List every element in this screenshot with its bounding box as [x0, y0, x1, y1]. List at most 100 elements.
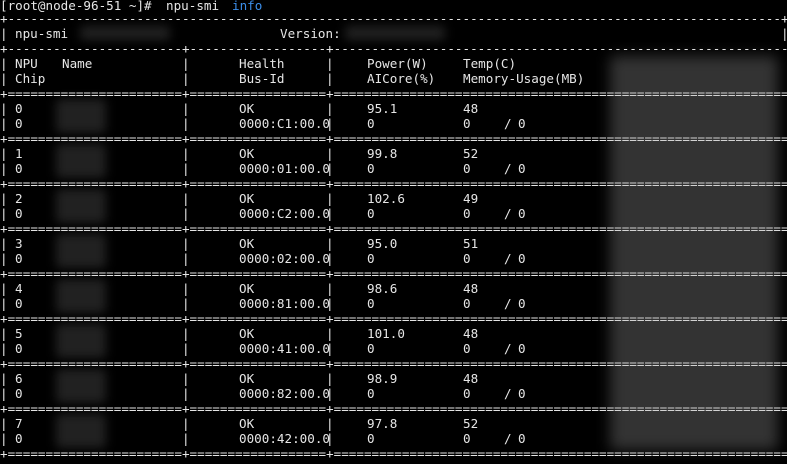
npu-memory-separator: /	[504, 251, 512, 266]
npu-memory-used: 0	[463, 206, 471, 221]
npu-power: 101.0	[367, 326, 405, 341]
npu-bus-id: 0000:41:00.0	[239, 341, 330, 356]
npu-power: 97.8	[367, 416, 398, 431]
npu-aicore: 0	[367, 161, 375, 176]
col-health-header: Health	[239, 56, 285, 71]
npu-memory-used: 0	[463, 431, 471, 446]
npu-bus-id: 0000:C2:00.0	[239, 206, 330, 221]
redacted-npu-name	[56, 369, 106, 403]
npu-memory-total: 0	[518, 161, 526, 176]
col-npu-header: NPU	[15, 56, 38, 71]
npu-bus-id: 0000:02:00.0	[239, 251, 330, 266]
npu-index: 3	[15, 236, 23, 251]
npu-bus-id: 0000:C1:00.0	[239, 116, 330, 131]
npu-power: 98.6	[367, 281, 398, 296]
npu-memory-total: 0	[518, 206, 526, 221]
redacted-npu-name	[56, 144, 106, 178]
tool-name: npu-smi	[15, 26, 69, 41]
npu-temp: 48	[463, 371, 479, 386]
npu-temp: 52	[463, 146, 479, 161]
npu-aicore: 0	[367, 116, 375, 131]
npu-chip: 0	[15, 296, 23, 311]
npu-memory-used: 0	[463, 386, 471, 401]
npu-power: 102.6	[367, 191, 405, 206]
col-memory-header: Memory-Usage(MB)	[463, 71, 585, 86]
npu-temp: 51	[463, 236, 479, 251]
npu-memory-total: 0	[518, 341, 526, 356]
npu-power: 99.8	[367, 146, 398, 161]
col-power-header: Power(W)	[367, 56, 428, 71]
npu-bus-id: 0000:81:00.0	[239, 296, 330, 311]
npu-memory-used: 0	[463, 341, 471, 356]
npu-index: 0	[15, 101, 23, 116]
npu-chip: 0	[15, 386, 23, 401]
npu-index: 7	[15, 416, 23, 431]
npu-memory-separator: /	[504, 341, 512, 356]
npu-aicore: 0	[367, 296, 375, 311]
npu-bus-id: 0000:01:00.0	[239, 161, 330, 176]
npu-aicore: 0	[367, 386, 375, 401]
npu-index: 2	[15, 191, 23, 206]
npu-index: 4	[15, 281, 23, 296]
redacted-npu-name	[56, 234, 106, 268]
table-border-top: +---------------------------------------…	[0, 11, 787, 26]
npu-index: 1	[15, 146, 23, 161]
npu-health: OK	[239, 101, 255, 116]
npu-temp: 48	[463, 101, 479, 116]
npu-temp: 48	[463, 326, 479, 341]
npu-power: 98.9	[367, 371, 398, 386]
npu-memory-separator: /	[504, 161, 512, 176]
npu-chip: 0	[15, 431, 23, 446]
npu-memory-used: 0	[463, 251, 471, 266]
npu-chip: 0	[15, 251, 23, 266]
npu-health: OK	[239, 146, 255, 161]
npu-memory-total: 0	[518, 431, 526, 446]
table-header-divider: +-----------------------+---------------…	[0, 41, 787, 56]
npu-memory-total: 0	[518, 386, 526, 401]
npu-aicore: 0	[367, 431, 375, 446]
npu-memory-used: 0	[463, 161, 471, 176]
npu-chip: 0	[15, 206, 23, 221]
npu-bus-id: 0000:82:00.0	[239, 386, 330, 401]
redacted-npu-name	[56, 189, 106, 223]
npu-memory-separator: /	[504, 431, 512, 446]
npu-power: 95.0	[367, 236, 398, 251]
npu-aicore: 0	[367, 341, 375, 356]
npu-memory-total: 0	[518, 116, 526, 131]
npu-health: OK	[239, 281, 255, 296]
npu-memory-separator: /	[504, 296, 512, 311]
npu-health: OK	[239, 326, 255, 341]
npu-index: 5	[15, 326, 23, 341]
npu-health: OK	[239, 371, 255, 386]
npu-temp: 49	[463, 191, 479, 206]
npu-memory-total: 0	[518, 251, 526, 266]
col-busid-header: Bus-Id	[239, 71, 285, 86]
redacted-npu-name	[56, 99, 106, 133]
npu-index: 6	[15, 371, 23, 386]
redacted-npu-name	[56, 279, 106, 313]
redacted-version-value	[345, 26, 445, 40]
col-aicore-header: AICore(%)	[367, 71, 436, 86]
npu-memory-separator: /	[504, 116, 512, 131]
npu-health: OK	[239, 191, 255, 206]
npu-chip: 0	[15, 341, 23, 356]
npu-chip: 0	[15, 116, 23, 131]
terminal-window[interactable]: [root@node-96-51 ~]# npu-smi info +-----…	[0, 0, 787, 464]
col-name-header: Name	[62, 56, 93, 71]
redacted-tool-version	[80, 26, 170, 40]
npu-health: OK	[239, 416, 255, 431]
npu-power: 95.1	[367, 101, 398, 116]
col-temp-header: Temp(C)	[463, 56, 517, 71]
npu-aicore: 0	[367, 251, 375, 266]
npu-aicore: 0	[367, 206, 375, 221]
npu-memory-separator: /	[504, 386, 512, 401]
npu-memory-separator: /	[504, 206, 512, 221]
npu-memory-used: 0	[463, 296, 471, 311]
npu-temp: 52	[463, 416, 479, 431]
redacted-right-column	[610, 56, 778, 450]
version-label: Version:	[280, 26, 341, 41]
redacted-npu-name	[56, 324, 106, 358]
npu-chip: 0	[15, 161, 23, 176]
npu-temp: 48	[463, 281, 479, 296]
redacted-npu-name	[56, 414, 106, 448]
